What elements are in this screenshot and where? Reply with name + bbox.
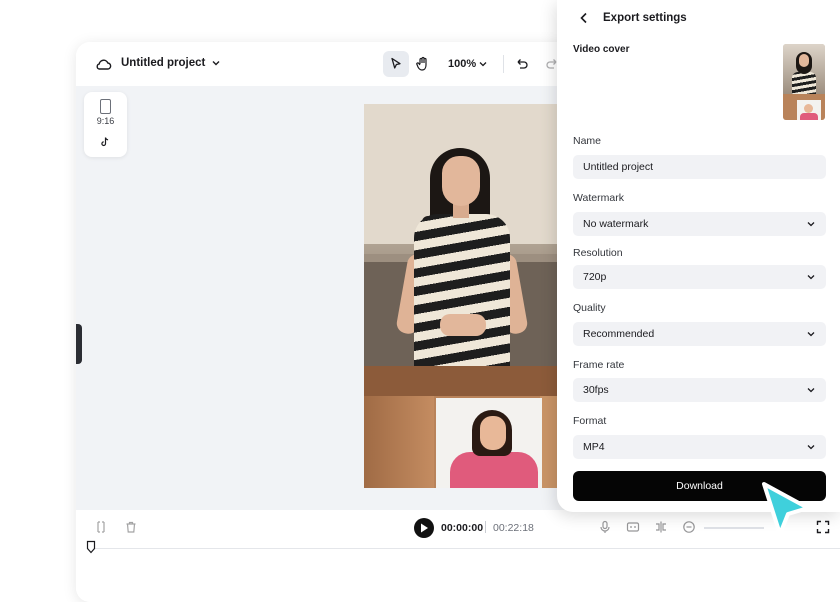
- chevron-down-icon: [807, 445, 815, 450]
- box-top: [364, 366, 558, 396]
- time-separator: [485, 521, 486, 533]
- cloud-icon[interactable]: [94, 55, 112, 73]
- toolbar-divider: [503, 55, 504, 73]
- watermark-select[interactable]: No watermark: [573, 212, 826, 236]
- timeline-track[interactable]: [90, 548, 840, 549]
- aspect-ratio-label: 9:16: [96, 116, 115, 126]
- chevron-down-icon[interactable]: [210, 57, 222, 69]
- split-icon[interactable]: [94, 520, 108, 534]
- playhead-handle[interactable]: [86, 540, 96, 554]
- resolution-value: 720p: [583, 271, 607, 283]
- playback-bar: 00:00:00 00:22:18: [76, 510, 840, 602]
- undo-icon[interactable]: [514, 56, 529, 71]
- back-arrow-icon[interactable]: [577, 11, 591, 25]
- microphone-icon[interactable]: [598, 520, 612, 534]
- chevron-down-icon: [807, 388, 815, 393]
- aspect-ratio-panel[interactable]: 9:16: [84, 92, 127, 157]
- video-clip-bottom: [364, 366, 558, 488]
- phone-frame-icon: [100, 99, 111, 114]
- video-clip-top: [364, 104, 558, 366]
- chevron-down-icon: [807, 222, 815, 227]
- frame-rate-label: Frame rate: [573, 359, 625, 371]
- format-select[interactable]: MP4: [573, 435, 826, 459]
- export-settings-panel: Export settings Video cover Name Untitle…: [557, 0, 840, 512]
- current-time: 00:00:00: [441, 522, 484, 534]
- thumb-presenter-face: [799, 54, 809, 67]
- watermark-value: No watermark: [583, 218, 649, 230]
- play-button[interactable]: [414, 518, 434, 538]
- cursor-arrow-icon: [762, 482, 810, 536]
- frame-rate-value: 30fps: [583, 384, 609, 396]
- presenter-hands: [440, 314, 486, 336]
- presenter-face: [442, 156, 480, 206]
- project-title[interactable]: Untitled project: [121, 57, 205, 69]
- format-label: Format: [573, 415, 607, 427]
- split-screen-icon[interactable]: [654, 520, 668, 534]
- chevron-down-icon: [807, 332, 815, 337]
- timeline-zoom-slider[interactable]: [704, 527, 764, 529]
- name-label: Name: [573, 135, 602, 147]
- chevron-down-icon[interactable]: [478, 59, 488, 69]
- select-tool-button[interactable]: [383, 51, 409, 77]
- frame-rate-select[interactable]: 30fps: [573, 378, 826, 402]
- hand-icon[interactable]: [415, 56, 431, 72]
- thumb-person-shirt: [800, 113, 818, 120]
- video-cover-label: Video cover: [573, 44, 630, 55]
- captions-icon[interactable]: [626, 520, 640, 534]
- thumb-presenter-top: [792, 72, 816, 94]
- format-value: MP4: [583, 441, 605, 453]
- zoom-level[interactable]: 100%: [448, 58, 476, 70]
- resolution-label: Resolution: [573, 247, 623, 259]
- resolution-select[interactable]: 720p: [573, 265, 826, 289]
- kitchen-cabinet: [364, 104, 425, 244]
- name-value: Untitled project: [583, 161, 654, 173]
- panel-collapse-handle[interactable]: [76, 324, 82, 364]
- quality-value: Recommended: [583, 328, 655, 340]
- quality-select[interactable]: Recommended: [573, 322, 826, 346]
- thumb-person-face: [804, 104, 813, 113]
- total-time: 00:22:18: [493, 522, 534, 534]
- video-preview[interactable]: [364, 104, 558, 488]
- watermark-label: Watermark: [573, 192, 624, 204]
- zoom-out-icon[interactable]: [682, 520, 696, 534]
- chevron-down-icon: [807, 275, 815, 280]
- panel-title: Export settings: [603, 12, 687, 24]
- tiktok-icon: [101, 137, 109, 147]
- trash-icon[interactable]: [124, 520, 138, 534]
- person-pink-shirt: [450, 452, 538, 488]
- quality-label: Quality: [573, 302, 606, 314]
- video-cover-thumbnail[interactable]: [783, 44, 825, 120]
- presenter-striped-top: [414, 214, 510, 366]
- play-icon: [421, 523, 428, 533]
- fullscreen-icon[interactable]: [816, 520, 830, 534]
- person-face: [480, 416, 506, 450]
- name-input[interactable]: Untitled project: [573, 155, 826, 179]
- pointer-icon: [391, 57, 401, 69]
